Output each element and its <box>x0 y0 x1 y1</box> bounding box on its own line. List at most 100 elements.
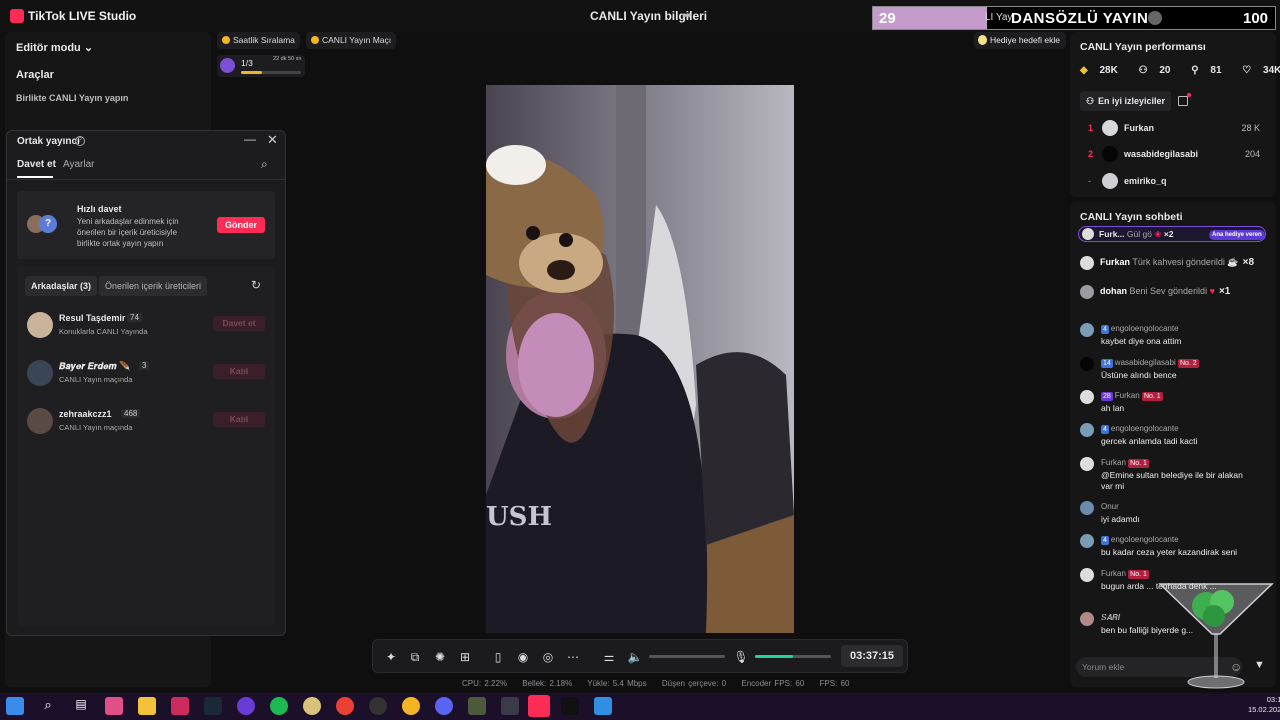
friends-tab[interactable]: Arkadaşlar (3) <box>25 276 98 296</box>
search-icon[interactable]: ⌕ <box>39 697 57 715</box>
avatar <box>1080 357 1094 371</box>
volume-slider[interactable] <box>649 655 725 658</box>
app-title: TikTok LIVE Studio <box>28 9 137 23</box>
tab-invite[interactable]: Davet et <box>17 159 56 170</box>
camera-icon[interactable]: ◎ <box>540 649 556 665</box>
more-icon[interactable]: ⋯ <box>565 649 581 665</box>
minecraft-icon[interactable] <box>468 697 486 715</box>
avatar <box>1080 501 1094 515</box>
viewer-row[interactable]: 2 wasabidegilasabi 204 <box>1080 144 1266 168</box>
search-icon[interactable]: ⌕ <box>261 157 268 172</box>
banner-right-number: 100 <box>1243 10 1269 27</box>
instagram-icon[interactable] <box>171 697 189 715</box>
gift-description: Beni Sev gönderildi <box>1129 286 1208 296</box>
file-explorer-icon[interactable] <box>138 697 156 715</box>
minimize-icon[interactable]: — <box>244 132 256 146</box>
effects-icon[interactable]: ✺ <box>432 649 448 665</box>
calculator-icon[interactable] <box>1178 96 1188 106</box>
martini-glass-overlay <box>1158 583 1274 689</box>
volume-icon[interactable]: 🔈 <box>627 649 643 665</box>
banner-avatar <box>1148 11 1162 25</box>
list-item: zehraakczz1 468 CANLI Yayın maçında Katı… <box>17 400 275 440</box>
tiktok-icon[interactable] <box>561 697 579 715</box>
browser-icon[interactable] <box>402 697 420 715</box>
live-match-chip[interactable]: CANLI Yayın Maçı <box>306 32 397 49</box>
avatar <box>1080 256 1094 270</box>
avatar <box>27 408 53 434</box>
obs-icon[interactable] <box>369 697 387 715</box>
goal-widget[interactable]: 1/3 22 dk 50 sn <box>217 55 305 77</box>
viewer-row[interactable]: - emiriko_q <box>1080 171 1266 195</box>
editor-mode-dropdown[interactable]: Editör modu ⌄ <box>16 41 93 54</box>
best-viewers-label: En iyi izleyiciler <box>1098 96 1166 106</box>
gift-row: Furkan Türk kahvesi gönderildi ☕ ×8 <box>1078 253 1268 273</box>
avatar <box>27 360 53 386</box>
performance-title: CANLI Yayın performansı <box>1080 41 1206 53</box>
add-source-icon[interactable]: ⊞ <box>457 649 473 665</box>
together-live-label: Birlikte CANLI Yayın yapın <box>16 93 129 103</box>
message-header: 4 engoloengolocante <box>1101 535 1179 545</box>
tiktok-live-studio-icon[interactable] <box>528 695 550 717</box>
gift-target-chip[interactable]: Hediye hedefi ekle <box>974 32 1066 49</box>
level-badge: 14 <box>1101 359 1113 368</box>
dialog-title: Ortak yayıncı <box>17 136 80 147</box>
friend-status: CANLI Yayın maçında <box>59 375 133 384</box>
hourly-ranking-chip[interactable]: Saatlik Sıralama <box>217 32 300 49</box>
audio-settings-icon[interactable]: ⚌ <box>601 649 617 665</box>
chrome-icon[interactable] <box>336 697 354 715</box>
viewer-row[interactable]: 1 Furkan 28 K <box>1080 118 1266 142</box>
magic-wand-icon[interactable]: ✦ <box>383 649 399 665</box>
microphone-slider[interactable] <box>755 655 831 658</box>
overlay-banner: 29 LI Yay DANSÖZLÜ YAYIN 100 <box>872 6 1276 30</box>
camera-feed-image: USH <box>486 85 794 633</box>
message-text: iyi adamdı <box>1101 514 1140 524</box>
record-icon[interactable]: ◉ <box>515 649 531 665</box>
gift-text: dohan Beni Sev gönderildi ♥ ×1 <box>1100 286 1230 297</box>
share-icon[interactable]: ➦ <box>682 8 696 22</box>
close-icon[interactable]: ✕ <box>267 132 278 148</box>
list-item: 𝑩𝒂𝒚𝒆𝒓 𝑬𝒓𝒅𝒆𝒎 🪶 3 CANLI Yayın maçında Katı… <box>17 352 275 392</box>
message-user: engoloengolocante <box>1110 535 1179 544</box>
goal-count: 1/3 <box>241 58 253 68</box>
list-item: Resul Taşdemir 74 Konuklarla CANLI Yayın… <box>17 304 275 344</box>
best-viewers-tab[interactable]: ⚇ En iyi izleyiciler <box>1080 91 1172 111</box>
refresh-icon[interactable]: ↻ <box>251 278 261 292</box>
send-button[interactable]: Gönder <box>217 217 265 233</box>
fps-status: FPS: 60 <box>819 679 850 688</box>
spotify-icon[interactable] <box>270 697 288 715</box>
help-icon[interactable]: ? <box>75 136 85 146</box>
gift-multiplier: ×1 <box>1218 286 1231 297</box>
screen-share-icon[interactable]: ⧉ <box>407 649 423 665</box>
app-icon[interactable] <box>501 697 519 715</box>
stats-row: ◆ 28K ⚇ 20 ⚲ 81 ♡ 34K ⊡ 24 <box>1080 65 1280 76</box>
avatar <box>1080 534 1094 548</box>
tab-settings[interactable]: Ayarlar <box>63 159 95 170</box>
gift-description: Gül gö <box>1126 229 1152 239</box>
app-icon[interactable] <box>303 697 321 715</box>
copilot-icon[interactable] <box>105 697 123 715</box>
start-icon[interactable] <box>6 697 24 715</box>
discord-icon[interactable] <box>435 697 453 715</box>
join-button[interactable]: Katıl <box>213 364 265 379</box>
heart-icon: ♡ <box>1242 65 1252 76</box>
banner-left-number: 29 <box>879 10 896 27</box>
goal-icon <box>220 58 235 73</box>
invite-button[interactable]: Davet et <box>213 316 265 331</box>
clock-date: 15.02.2026 <box>1248 705 1280 714</box>
steam-icon[interactable] <box>204 697 222 715</box>
gift-multiplier: ×2 <box>1163 229 1174 239</box>
message-user: wasabidegilasabi <box>1114 358 1176 367</box>
banner-title: DANSÖZLÜ YAYIN <box>1011 10 1149 27</box>
task-view-icon[interactable]: ▤ <box>72 697 90 715</box>
phone-icon[interactable]: ▯ <box>490 649 506 665</box>
trophy-icon <box>222 36 230 44</box>
app-icon[interactable] <box>594 697 612 715</box>
join-button[interactable]: Katıl <box>213 412 265 427</box>
microphone-icon[interactable]: 🎙 <box>733 649 749 665</box>
app-icon[interactable] <box>237 697 255 715</box>
suggested-creators-tab[interactable]: Önerilen içerik üreticileri <box>99 276 208 296</box>
avatar <box>1082 228 1094 240</box>
avatar <box>1080 323 1094 337</box>
message-user: engoloengolocante <box>1110 324 1179 333</box>
message-user: Furkan <box>1101 569 1126 578</box>
